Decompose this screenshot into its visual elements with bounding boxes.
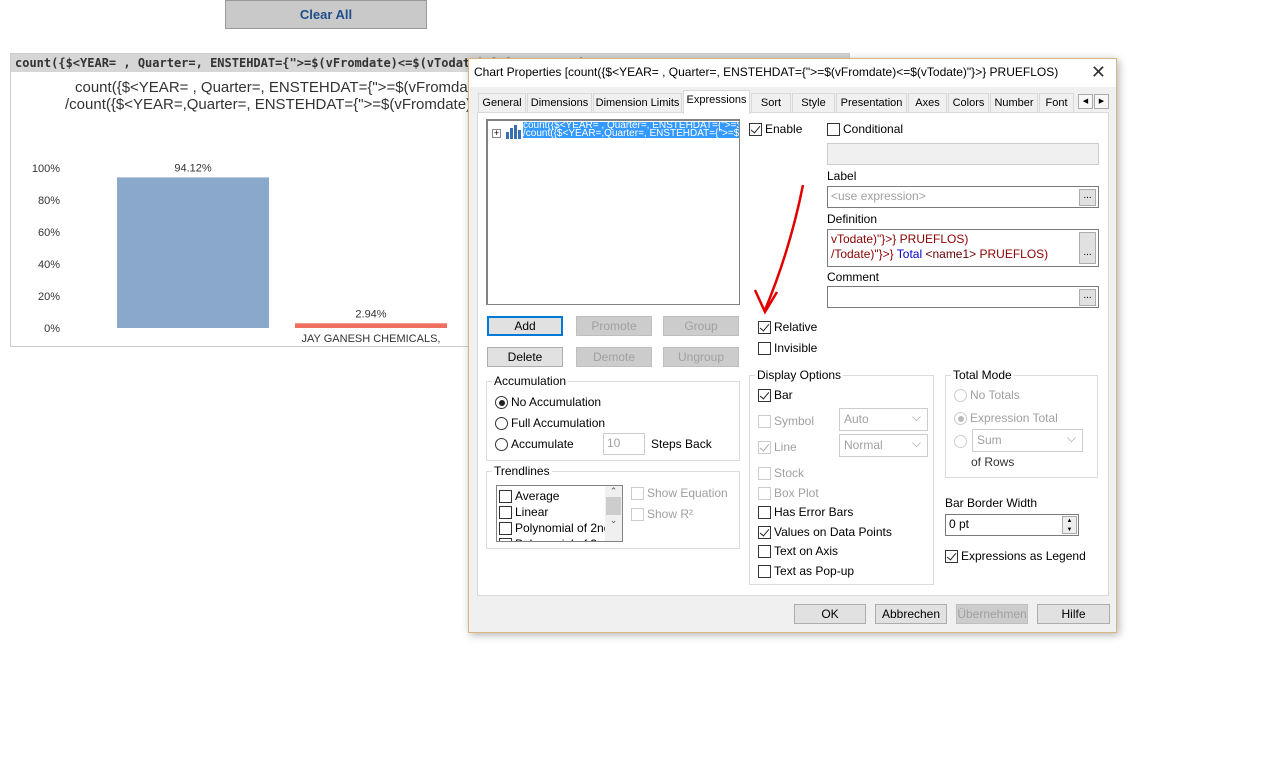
- group-button[interactable]: Group: [663, 316, 739, 336]
- tab-presentation[interactable]: Presentation: [836, 93, 907, 113]
- comment-edit-button[interactable]: ...: [1079, 289, 1096, 306]
- tab-style[interactable]: Style: [792, 93, 835, 113]
- invisible-checkbox[interactable]: Invisible: [758, 341, 817, 356]
- definition-caption: Definition: [827, 212, 878, 226]
- dialog-title: Chart Properties [count({$<YEAR= , Quart…: [469, 59, 1116, 87]
- demote-button[interactable]: Demote: [576, 347, 652, 367]
- expression-total-radio[interactable]: Expression Total: [954, 411, 1058, 426]
- no-accumulation-radio[interactable]: No Accumulation: [495, 395, 601, 410]
- tab-scroll-right-button[interactable]: ▶: [1094, 94, 1109, 109]
- line-select[interactable]: Normal: [839, 434, 928, 457]
- label-caption: Label: [827, 169, 857, 183]
- tab-sort[interactable]: Sort: [751, 93, 791, 113]
- accumulate-radio[interactable]: Accumulate: [495, 437, 574, 452]
- trendlines-scrollbar[interactable]: ⌃ ⌄: [605, 486, 622, 541]
- expression-list[interactable]: + count({$<YEAR= , Quarter=, ENSTEHDAT={…: [486, 119, 740, 305]
- delete-button[interactable]: Delete: [487, 347, 563, 367]
- sum-radio[interactable]: [954, 434, 970, 449]
- steps-back-label: Steps Back: [651, 437, 712, 451]
- show-equation-checkbox[interactable]: Show Equation: [631, 486, 728, 501]
- cancel-button[interactable]: Abbrechen: [875, 604, 947, 624]
- text-as-popup-checkbox[interactable]: Text as Pop-up: [758, 564, 854, 579]
- ungroup-button[interactable]: Ungroup: [663, 347, 739, 367]
- full-accumulation-radio[interactable]: Full Accumulation: [495, 416, 605, 431]
- comment-caption: Comment: [827, 270, 880, 284]
- tab-dimensions[interactable]: Dimensions: [527, 93, 592, 113]
- bar-border-width-label: Bar Border Width: [945, 496, 1038, 510]
- definition-edit-button[interactable]: ...: [1079, 232, 1096, 264]
- steps-spinner[interactable]: 10: [603, 433, 645, 455]
- error-bars-checkbox[interactable]: Has Error Bars: [758, 505, 853, 520]
- expression-item[interactable]: count({$<YEAR= , Quarter=, ENSTEHDAT={">…: [523, 122, 739, 138]
- conditional-input: [827, 143, 1099, 165]
- display-options-title: Display Options: [755, 368, 844, 382]
- box-plot-checkbox[interactable]: Box Plot: [758, 486, 819, 501]
- tab-number[interactable]: Number: [990, 93, 1038, 113]
- tab-general[interactable]: General: [478, 93, 526, 113]
- accumulation-title: Accumulation: [492, 374, 569, 388]
- expressions-as-legend-checkbox[interactable]: Expressions as Legend: [945, 549, 1086, 564]
- of-rows-label: of Rows: [971, 455, 1015, 469]
- symbol-select[interactable]: Auto: [839, 408, 928, 431]
- trendlines-title: Trendlines: [492, 464, 552, 478]
- sum-select[interactable]: Sum: [972, 429, 1083, 452]
- close-icon[interactable]: ✕: [1091, 62, 1106, 83]
- trendline-item[interactable]: Polynomial of 2nd d: [499, 521, 620, 536]
- bar-border-width-input[interactable]: 0 pt: [945, 514, 1079, 536]
- line-checkbox[interactable]: Line: [758, 440, 797, 455]
- ok-button[interactable]: OK: [794, 604, 866, 624]
- definition-input[interactable]: vTodate)"}>} PRUEFLOS) /Todate)"}>} Tota…: [827, 229, 1099, 267]
- bar-chart-icon: [506, 125, 521, 139]
- tab-dimension-limits[interactable]: Dimension Limits: [593, 93, 682, 113]
- expression-item-line2: /count({$<YEAR=,Quarter=, ENSTEHDAT={">=…: [523, 128, 739, 139]
- chart-properties-dialog: Chart Properties [count({$<YEAR= , Quart…: [468, 58, 1117, 633]
- trendline-item[interactable]: Linear: [499, 505, 548, 520]
- comment-input[interactable]: [827, 286, 1099, 308]
- tab-expressions[interactable]: Expressions: [683, 90, 750, 114]
- label-edit-button[interactable]: ...: [1079, 189, 1096, 206]
- tab-axes[interactable]: Axes: [908, 93, 947, 113]
- show-r2-checkbox[interactable]: Show R²: [631, 507, 693, 522]
- bar-checkbox[interactable]: Bar: [758, 388, 793, 403]
- trendline-item[interactable]: Average: [499, 489, 559, 504]
- trendlines-list[interactable]: AverageLinearPolynomial of 2nd dPolynomi…: [496, 485, 623, 542]
- no-totals-radio[interactable]: No Totals: [954, 388, 1020, 403]
- help-button[interactable]: Hilfe: [1037, 604, 1110, 624]
- text-on-axis-checkbox[interactable]: Text on Axis: [758, 544, 838, 559]
- expand-icon[interactable]: +: [492, 129, 501, 138]
- label-input[interactable]: <use expression>: [827, 186, 1099, 208]
- promote-button[interactable]: Promote: [576, 316, 652, 336]
- values-on-data-points-checkbox[interactable]: Values on Data Points: [758, 525, 892, 540]
- stock-checkbox[interactable]: Stock: [758, 466, 804, 481]
- conditional-checkbox[interactable]: Conditional: [827, 122, 903, 137]
- relative-checkbox[interactable]: Relative: [758, 320, 817, 335]
- tab-scroll-left-button[interactable]: ◀: [1078, 94, 1093, 109]
- enable-checkbox[interactable]: Enable: [749, 122, 802, 137]
- clear-all-button[interactable]: Clear All: [225, 0, 427, 29]
- symbol-checkbox[interactable]: Symbol: [758, 414, 814, 429]
- bar-border-spinner[interactable]: ▲ ▼: [1062, 516, 1077, 534]
- add-button[interactable]: Add: [487, 316, 563, 336]
- tab-font[interactable]: Font: [1039, 93, 1074, 113]
- apply-button[interactable]: Übernehmen: [956, 604, 1028, 624]
- tab-colors[interactable]: Colors: [948, 93, 989, 113]
- trendline-item[interactable]: Polynomial of 3rd d: [499, 537, 618, 541]
- total-mode-title: Total Mode: [951, 368, 1014, 382]
